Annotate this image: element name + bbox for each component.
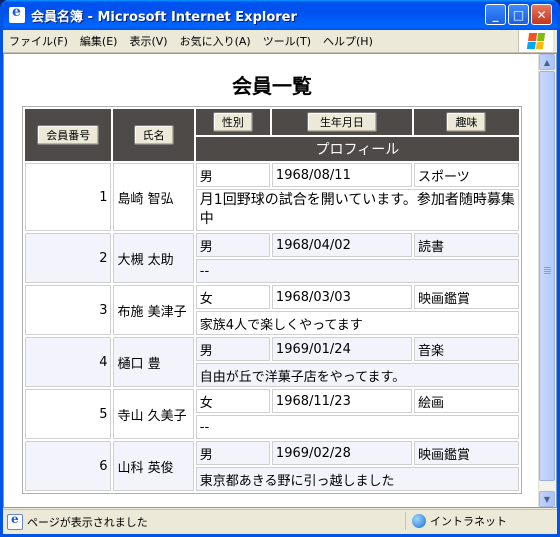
member-no: 3 bbox=[25, 285, 112, 335]
table-row: 3 布施 美津子 女 1968/03/03 映画鑑賞 bbox=[25, 285, 519, 335]
member-name: 樋口 豊 bbox=[113, 337, 194, 387]
table-row: 2 大槻 太助 男 1968/04/02 読書 bbox=[25, 233, 519, 283]
security-zone[interactable]: イントラネット bbox=[405, 512, 554, 530]
member-no: 6 bbox=[25, 441, 112, 491]
member-no: 2 bbox=[25, 233, 112, 283]
intranet-globe-icon bbox=[412, 514, 426, 528]
windows-logo-icon bbox=[518, 30, 553, 52]
sort-member-no-button[interactable]: 会員番号 bbox=[37, 125, 100, 145]
header-gender: 性別 bbox=[195, 109, 270, 135]
members-table: 会員番号 氏名 性別 生年月日 趣味 プロフィール 1 島崎 智弘 男 1968… bbox=[22, 106, 522, 494]
menu-view[interactable]: 表示(V) bbox=[123, 33, 173, 49]
member-birthday: 1968/04/02 bbox=[271, 233, 412, 257]
member-no: 1 bbox=[25, 163, 112, 231]
member-hobby: 絵画 bbox=[413, 389, 519, 413]
member-hobby: 映画鑑賞 bbox=[413, 441, 519, 465]
member-hobby: 読書 bbox=[413, 233, 519, 257]
member-name: 布施 美津子 bbox=[113, 285, 194, 335]
sort-name-button[interactable]: 氏名 bbox=[133, 125, 174, 145]
member-birthday: 1968/03/03 bbox=[271, 285, 412, 309]
scroll-thumb[interactable] bbox=[539, 71, 555, 481]
header-member-no: 会員番号 bbox=[25, 109, 112, 161]
ie-app-icon bbox=[9, 4, 25, 23]
member-profile: 月1回野球の試合を開いています。参加者随時募集中 bbox=[195, 189, 519, 231]
member-no: 4 bbox=[25, 337, 112, 387]
member-no: 5 bbox=[25, 389, 112, 439]
scroll-up-icon[interactable]: ▲ bbox=[539, 54, 555, 70]
member-hobby: スポーツ bbox=[413, 163, 519, 187]
member-name: 大槻 太助 bbox=[113, 233, 194, 283]
member-profile: 東京都あきる野に引っ越しました bbox=[195, 467, 519, 491]
member-gender: 女 bbox=[195, 389, 270, 413]
member-profile: -- bbox=[195, 259, 519, 283]
zone-label: イントラネット bbox=[430, 515, 507, 528]
window-title: 会員名簿 - Microsoft Internet Explorer bbox=[31, 9, 297, 25]
header-name: 氏名 bbox=[113, 109, 194, 161]
maximize-button[interactable]: □ bbox=[508, 4, 529, 25]
member-name: 寺山 久美子 bbox=[113, 389, 194, 439]
member-name: 山科 英俊 bbox=[113, 441, 194, 491]
page-title: 会員一覧 bbox=[232, 74, 312, 98]
page-content: 会員一覧 会員番号 氏名 性別 生年月日 趣味 プロフィール 1 島崎 智弘 男… bbox=[3, 53, 557, 508]
member-profile: 家族4人で楽しくやってます bbox=[195, 311, 519, 335]
member-name: 島崎 智弘 bbox=[113, 163, 194, 231]
member-birthday: 1968/11/23 bbox=[271, 389, 412, 413]
status-bar: ページが表示されました イントラネット bbox=[3, 509, 557, 534]
close-button[interactable]: ✕ bbox=[531, 4, 552, 25]
member-gender: 女 bbox=[195, 285, 270, 309]
member-gender: 男 bbox=[195, 441, 270, 465]
scroll-down-icon[interactable]: ▼ bbox=[539, 491, 555, 507]
vertical-scrollbar[interactable]: ▲ ▼ bbox=[538, 54, 556, 507]
menu-tools[interactable]: ツール(T) bbox=[257, 33, 317, 49]
member-gender: 男 bbox=[195, 233, 270, 257]
menu-help[interactable]: ヘルプ(H) bbox=[317, 33, 379, 49]
table-row: 1 島崎 智弘 男 1968/08/11 スポーツ bbox=[25, 163, 519, 231]
header-hobby: 趣味 bbox=[413, 109, 519, 135]
member-hobby: 音楽 bbox=[413, 337, 519, 361]
member-gender: 男 bbox=[195, 163, 270, 187]
member-gender: 男 bbox=[195, 337, 270, 361]
sort-hobby-button[interactable]: 趣味 bbox=[446, 112, 487, 132]
member-birthday: 1969/01/24 bbox=[271, 337, 412, 361]
menu-file[interactable]: ファイル(F) bbox=[3, 33, 74, 49]
member-birthday: 1968/08/11 bbox=[271, 163, 412, 187]
menu-favorites[interactable]: お気に入り(A) bbox=[174, 33, 257, 49]
sort-birthday-button[interactable]: 生年月日 bbox=[306, 112, 377, 132]
member-hobby: 映画鑑賞 bbox=[413, 285, 519, 309]
table-row: 6 山科 英俊 男 1969/02/28 映画鑑賞 bbox=[25, 441, 519, 491]
title-bar[interactable]: 会員名簿 - Microsoft Internet Explorer _ □ ✕ bbox=[3, 0, 557, 30]
header-birthday: 生年月日 bbox=[271, 109, 412, 135]
sort-gender-button[interactable]: 性別 bbox=[212, 112, 253, 132]
table-row: 4 樋口 豊 男 1969/01/24 音楽 bbox=[25, 337, 519, 387]
member-profile: -- bbox=[195, 415, 519, 439]
table-row: 5 寺山 久美子 女 1968/11/23 絵画 bbox=[25, 389, 519, 439]
menu-bar: ファイル(F) 編集(E) 表示(V) お気に入り(A) ツール(T) ヘルプ(… bbox=[3, 30, 557, 53]
member-profile: 自由が丘で洋菓子店をやってます。 bbox=[195, 363, 519, 387]
page-done-icon bbox=[7, 512, 23, 530]
browser-window: 会員名簿 - Microsoft Internet Explorer _ □ ✕… bbox=[0, 0, 560, 537]
member-birthday: 1969/02/28 bbox=[271, 441, 412, 465]
menu-edit[interactable]: 編集(E) bbox=[74, 33, 124, 49]
header-profile: プロフィール bbox=[195, 137, 519, 161]
minimize-button[interactable]: _ bbox=[485, 4, 506, 25]
